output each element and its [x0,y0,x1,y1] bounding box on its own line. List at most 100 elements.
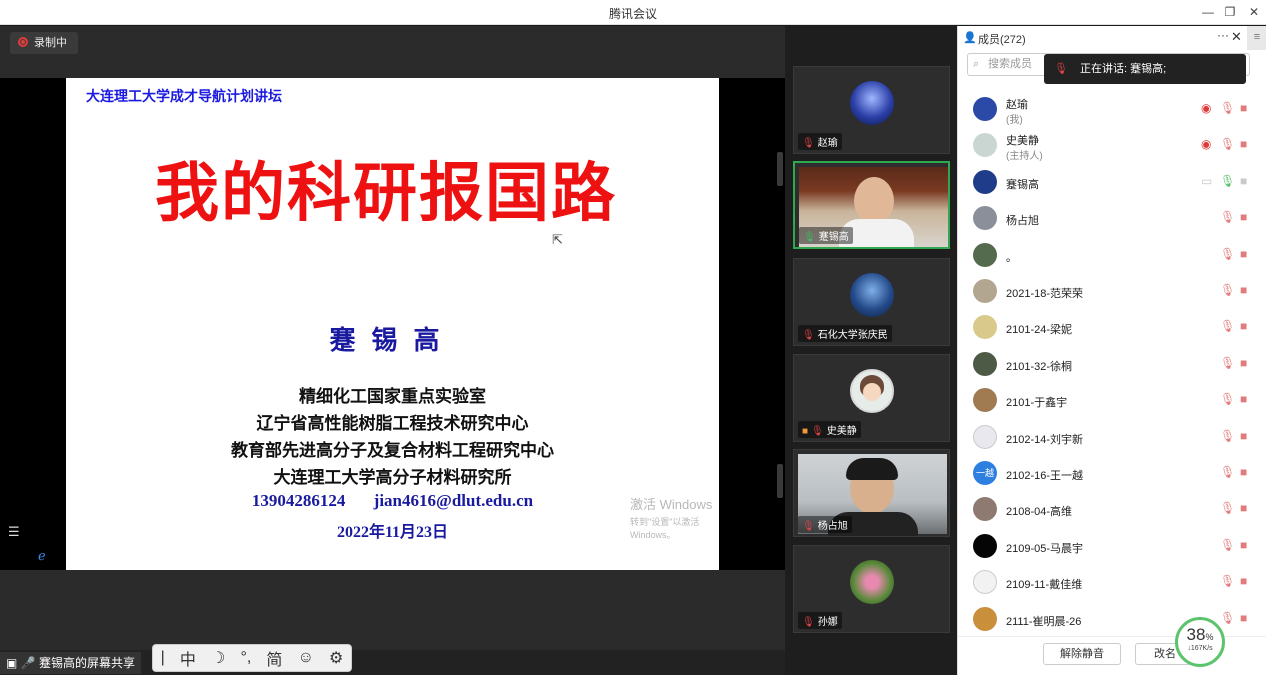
slide-date: 2022年11月23日 [336,524,449,541]
avatar [973,533,997,558]
video-tile[interactable]: 🎙 孙娜 [793,545,950,633]
avatar [973,424,997,449]
mic-muted-icon[interactable]: 🎙 [1220,574,1235,588]
video-off-icon[interactable]: ■ [1240,210,1247,224]
mic-muted-icon[interactable]: 🎙 [1220,137,1235,151]
member-row[interactable]: 赵瑜 (我) ◉ 🎙 ■ [958,91,1266,127]
mic-muted-icon: 🎙 [811,426,824,437]
member-row[interactable]: 2101-于鑫宇 🎙 ■ [958,382,1266,418]
mic-muted-icon[interactable]: 🎙 [1220,319,1235,333]
screen-share-text: 蹇锡高的屏幕共享 [38,656,135,670]
member-row[interactable]: 史美静 (主持人) ◉ 🎙 ■ [958,127,1266,163]
avatar [973,388,997,413]
panel-menu-icon[interactable]: ≡ [1247,26,1266,50]
mic-muted-icon[interactable]: 🎙 [1220,611,1235,625]
mouse-cursor-icon: ⇱ [552,232,563,247]
ime-settings-icon[interactable]: ⚙ [329,648,343,668]
video-off-icon[interactable]: ■ [1240,538,1247,552]
video-tile[interactable]: ■ 🎙 史美静 [793,354,950,442]
video-off-icon[interactable]: ■ [1240,611,1247,625]
screen-share-area: 大连理工大学成才导航计划讲坛 我的科研报国路 蹇锡高 精细化工国家重点实验室 辽… [0,78,785,570]
member-row[interactable]: 。 🎙 ■ [958,237,1266,273]
member-row[interactable]: 2021-18-范荣荣 🎙 ■ [958,273,1266,309]
slide-header: 大连理工大学成才导航计划讲坛 [86,88,282,104]
more-options-icon[interactable]: ··· [1217,28,1229,42]
member-row[interactable]: 2102-14-刘宇新 🎙 ■ [958,419,1266,455]
avatar [850,81,894,125]
gallery-collapse-handle[interactable] [777,464,783,498]
minimize-icon[interactable]: — [1198,3,1218,21]
mic-muted-icon[interactable]: 🎙 [1220,101,1235,115]
recording-status-icon[interactable]: ◉ [1201,137,1211,151]
video-tile[interactable]: 🎙 赵瑜 [793,66,950,154]
video-off-icon[interactable]: ■ [1240,501,1247,515]
mic-muted-icon: 🎙 [802,330,815,341]
affiliation-line: 大连理工大学高分子材料研究所 [273,468,512,487]
member-name: 2101-24-梁妮 [1006,324,1073,337]
browser-icon[interactable]: ℯ [38,548,46,564]
list-icon[interactable]: ☰ [8,524,20,540]
mic-muted-icon[interactable]: 🎙 [1220,538,1235,552]
speaking-indicator: 🎙 正在讲话: 蹇锡高; [1044,54,1246,84]
watermark-line1: 激活 Windows [630,497,713,512]
ime-simplified-mode[interactable]: 简 [266,646,282,670]
mic-muted-icon[interactable]: 🎙 [1220,429,1235,443]
restore-icon[interactable]: ❐ [1220,3,1240,21]
video-tile-active-speaker[interactable]: 🎙 蹇锡高 [793,161,950,249]
ime-halfwidth-icon[interactable]: ☽ [211,648,225,668]
recording-status-icon[interactable]: ◉ [1201,101,1211,115]
mic-muted-icon[interactable]: 🎙 [1220,465,1235,479]
recording-indicator[interactable]: 录制中 [10,32,78,54]
member-row[interactable]: 2109-11-戴佳维 🎙 ■ [958,564,1266,600]
member-row[interactable]: 蹇锡高 ▭ 🎙 ■ [958,164,1266,200]
unmute-all-button[interactable]: 解除静音 [1043,643,1121,665]
mic-muted-icon[interactable]: 🎙 [1220,247,1235,261]
speaking-mic-icon: 🎙 [1054,63,1068,75]
mic-muted-icon[interactable]: 🎙 [1220,392,1235,406]
ime-chinese-mode[interactable]: 中 [180,646,196,670]
mic-muted-icon[interactable]: 🎙 [1220,356,1235,370]
member-row[interactable]: 2101-32-徐桐 🎙 ■ [958,346,1266,382]
ime-handle-icon[interactable]: | [161,649,165,667]
video-tile[interactable]: 🎙 杨占旭 [793,449,950,537]
mic-muted-icon[interactable]: 🎙 [1220,210,1235,224]
ime-punctuation-icon[interactable]: °, [240,649,251,667]
network-status-gauge[interactable]: 38% ↓167K/s [1175,617,1225,667]
member-name: 杨占旭 [1006,215,1039,228]
close-panel-icon[interactable]: ✕ [1231,29,1242,45]
video-off-icon[interactable]: ■ [1240,137,1247,151]
tile-name: 🎙 石化大学张庆民 [798,325,892,342]
ime-emoji-icon[interactable]: ☺ [298,649,314,667]
member-row[interactable]: 一越 2102-16-王一越 🎙 ■ [958,455,1266,491]
member-row[interactable]: 杨占旭 🎙 ■ [958,200,1266,236]
close-icon[interactable]: ✕ [1244,3,1264,21]
network-percent: 38% [1186,625,1214,644]
gallery-collapse-handle[interactable] [777,152,783,186]
member-row[interactable]: 2109-05-马晨宇 🎙 ■ [958,528,1266,564]
video-off-icon[interactable]: ■ [1240,283,1247,297]
members-panel-header: 👤 成员(272) ··· ✕ ≡ [958,26,1266,50]
mic-on-icon[interactable]: 🎙 [1220,174,1235,188]
video-off-icon[interactable]: ■ [1240,429,1247,443]
avatar [973,169,997,194]
avatar [973,570,997,595]
mic-muted-icon[interactable]: 🎙 [1220,283,1235,297]
mic-muted-icon[interactable]: 🎙 [1220,501,1235,515]
video-tile[interactable]: 🎙 石化大学张庆民 [793,258,950,346]
screen-share-status-icon[interactable]: ▭ [1201,174,1212,188]
video-off-icon[interactable]: ■ [1240,574,1247,588]
affiliation-line: 教育部先进高分子及复合材料工程研究中心 [231,441,554,460]
video-off-icon[interactable]: ■ [1240,174,1247,188]
member-row[interactable]: 2101-24-梁妮 🎙 ■ [958,309,1266,345]
video-off-icon[interactable]: ■ [1240,465,1247,479]
window-title: 腾讯会议 [608,7,657,21]
affiliation-line: 辽宁省高性能树脂工程技术研究中心 [256,414,529,433]
video-off-icon[interactable]: ■ [1240,319,1247,333]
video-off-icon[interactable]: ■ [1240,356,1247,370]
avatar [973,242,997,267]
member-role: (我) [1006,115,1023,126]
video-off-icon[interactable]: ■ [1240,247,1247,261]
member-row[interactable]: 2108-04-高维 🎙 ■ [958,491,1266,527]
video-off-icon[interactable]: ■ [1240,392,1247,406]
video-off-icon[interactable]: ■ [1240,101,1247,115]
